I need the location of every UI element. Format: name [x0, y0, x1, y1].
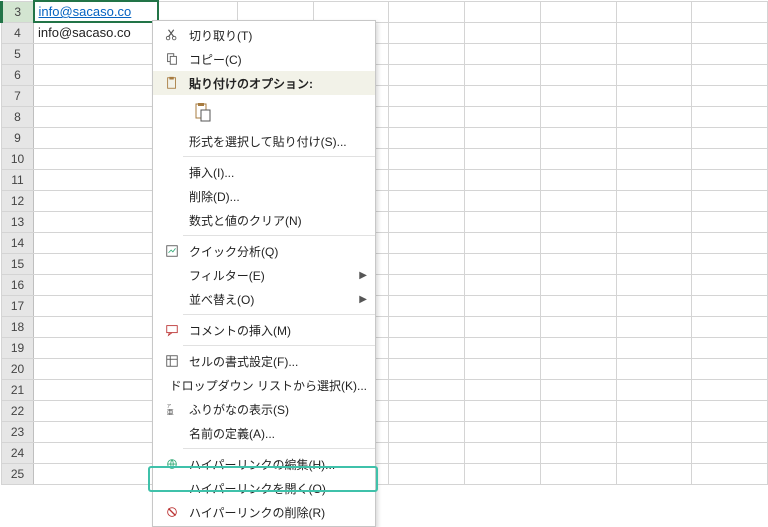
submenu-arrow-icon: ▶	[355, 270, 367, 281]
svg-text:ア: ア	[167, 403, 172, 409]
row-header[interactable]: 12	[2, 190, 34, 211]
menu-label: 貼り付けのオプション:	[183, 75, 367, 92]
menu-label: フィルター(E)	[183, 267, 355, 284]
row-header[interactable]: 19	[2, 337, 34, 358]
quick-analysis-icon	[161, 244, 183, 258]
row-header[interactable]: 8	[2, 106, 34, 127]
row-header[interactable]: 22	[2, 400, 34, 421]
paste-default-button[interactable]	[189, 99, 217, 125]
menu-show-furigana[interactable]: ア亜 ふりがなの表示(S)	[153, 397, 375, 421]
row-header[interactable]: 5	[2, 43, 34, 64]
context-menu: 切り取り(T) コピー(C) 貼り付けのオプション: 形式を選択して貼り付け(S…	[152, 20, 376, 527]
menu-separator	[183, 314, 375, 315]
menu-label: 削除(D)...	[183, 188, 367, 205]
row-header[interactable]: 18	[2, 316, 34, 337]
menu-sort[interactable]: 並べ替え(O)▶	[153, 287, 375, 311]
furigana-icon: ア亜	[161, 402, 183, 416]
menu-label: 数式と値のクリア(N)	[183, 212, 367, 229]
hyperlink-icon	[161, 457, 183, 471]
row-header[interactable]: 6	[2, 64, 34, 85]
row-header[interactable]: 10	[2, 148, 34, 169]
row-header[interactable]: 20	[2, 358, 34, 379]
menu-label: 切り取り(T)	[183, 27, 367, 44]
menu-label: 並べ替え(O)	[183, 291, 355, 308]
menu-define-name[interactable]: 名前の定義(A)...	[153, 421, 375, 445]
menu-label: ハイパーリンクを開く(O)	[183, 480, 367, 497]
menu-quick-analysis[interactable]: クイック分析(Q)	[153, 239, 375, 263]
row-header[interactable]: 13	[2, 211, 34, 232]
menu-insert-comment[interactable]: コメントの挿入(M)	[153, 318, 375, 342]
menu-paste-special[interactable]: 形式を選択して貼り付け(S)...	[153, 129, 375, 153]
menu-label: 形式を選択して貼り付け(S)...	[183, 133, 367, 150]
row-header[interactable]: 25	[2, 463, 34, 484]
menu-separator	[183, 345, 375, 346]
menu-label: ハイパーリンクの編集(H)...	[183, 456, 367, 473]
cell[interactable]	[692, 1, 768, 22]
row-header[interactable]: 15	[2, 253, 34, 274]
comment-icon	[161, 323, 183, 337]
cell[interactable]	[540, 1, 616, 22]
menu-remove-hyperlink[interactable]: ハイパーリンクの削除(R)	[153, 500, 375, 524]
menu-filter[interactable]: フィルター(E)▶	[153, 263, 375, 287]
clipboard-icon	[161, 76, 183, 90]
format-cells-icon	[161, 354, 183, 368]
menu-separator	[183, 235, 375, 236]
menu-label: コメントの挿入(M)	[183, 322, 367, 339]
menu-label: クイック分析(Q)	[183, 243, 367, 260]
row-3: 3info@sacaso.co	[2, 1, 768, 22]
scissors-icon	[161, 28, 183, 42]
cell[interactable]	[237, 1, 313, 22]
cell[interactable]	[158, 1, 238, 22]
paste-options-row	[153, 95, 375, 129]
menu-clear-contents[interactable]: 数式と値のクリア(N)	[153, 208, 375, 232]
row-header[interactable]: 14	[2, 232, 34, 253]
menu-edit-hyperlink[interactable]: ハイパーリンクの編集(H)...	[153, 452, 375, 476]
menu-format-cells[interactable]: セルの書式設定(F)...	[153, 349, 375, 373]
cell-A3[interactable]: info@sacaso.co	[34, 1, 158, 22]
menu-cut[interactable]: 切り取り(T)	[153, 23, 375, 47]
copy-icon	[161, 52, 183, 66]
cell[interactable]	[389, 1, 465, 22]
menu-label: 挿入(I)...	[183, 164, 367, 181]
cell[interactable]	[616, 1, 692, 22]
row-header[interactable]: 9	[2, 127, 34, 148]
menu-label: セルの書式設定(F)...	[183, 353, 367, 370]
menu-pick-from-dropdown[interactable]: ドロップダウン リストから選択(K)...	[153, 373, 375, 397]
menu-label: ハイパーリンクの削除(R)	[183, 504, 367, 521]
cell-A4[interactable]: info@sacaso.co	[34, 22, 158, 43]
menu-label: ふりがなの表示(S)	[183, 401, 367, 418]
row-header[interactable]: 3	[2, 1, 34, 22]
menu-copy[interactable]: コピー(C)	[153, 47, 375, 71]
menu-label: 名前の定義(A)...	[183, 425, 367, 442]
row-4: 4info@sacaso.co	[2, 22, 768, 43]
menu-delete[interactable]: 削除(D)...	[153, 184, 375, 208]
row-header[interactable]: 16	[2, 274, 34, 295]
row-header[interactable]: 21	[2, 379, 34, 400]
cell[interactable]	[465, 1, 541, 22]
spreadsheet-grid[interactable]: 3info@sacaso.co 4info@sacaso.co 5 6 7 8 …	[0, 0, 768, 500]
menu-insert[interactable]: 挿入(I)...	[153, 160, 375, 184]
menu-open-hyperlink[interactable]: ハイパーリンクを開く(O)	[153, 476, 375, 500]
row-header[interactable]: 4	[2, 22, 34, 43]
row-header[interactable]: 7	[2, 85, 34, 106]
menu-separator	[183, 156, 375, 157]
remove-hyperlink-icon	[161, 505, 183, 519]
cell[interactable]	[313, 1, 389, 22]
menu-paste-options-header: 貼り付けのオプション:	[153, 71, 375, 95]
menu-label: コピー(C)	[183, 51, 367, 68]
submenu-arrow-icon: ▶	[355, 294, 367, 305]
row-header[interactable]: 11	[2, 169, 34, 190]
row-header[interactable]: 23	[2, 421, 34, 442]
svg-text:亜: 亜	[167, 408, 174, 416]
row-header[interactable]: 24	[2, 442, 34, 463]
menu-separator	[183, 448, 375, 449]
row-header[interactable]: 17	[2, 295, 34, 316]
menu-label: ドロップダウン リストから選択(K)...	[164, 377, 367, 394]
